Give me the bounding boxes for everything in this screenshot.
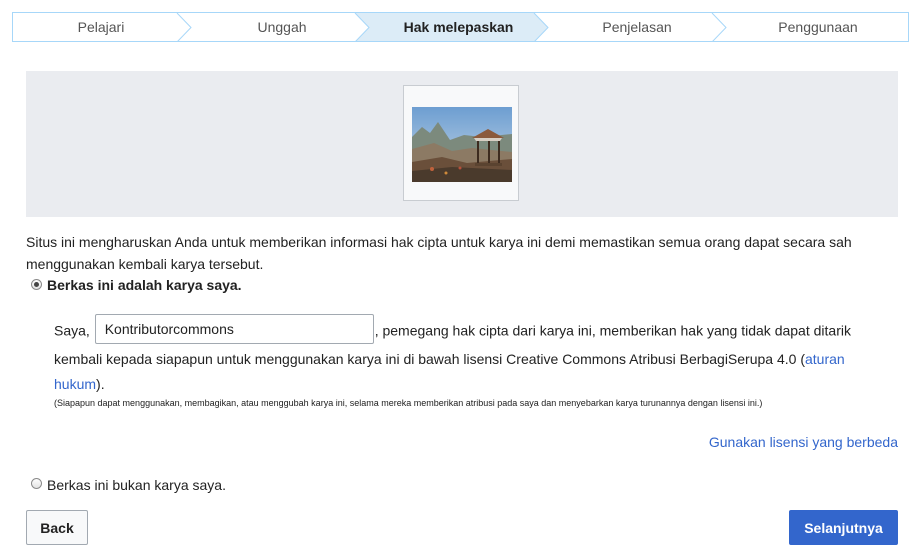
- wizard-steps: Pelajari Unggah Hak melepaskan Penjelasa…: [12, 12, 909, 42]
- author-name-input[interactable]: [94, 314, 374, 344]
- step-learn[interactable]: Pelajari: [13, 13, 189, 41]
- own-work-prefix: Saya,: [54, 322, 90, 339]
- copyright-intro-text: Situs ini mengharuskan Anda untuk member…: [26, 234, 852, 272]
- use-different-license-link[interactable]: Gunakan lisensi yang berbeda: [709, 434, 898, 450]
- step-use[interactable]: Penggunaan: [726, 13, 908, 41]
- step-describe[interactable]: Penjelasan: [548, 13, 726, 41]
- file-thumbnail[interactable]: [403, 85, 519, 201]
- back-button[interactable]: Back: [26, 510, 88, 545]
- own-work-label[interactable]: Berkas ini adalah karya saya.: [47, 277, 242, 293]
- own-work-radio[interactable]: [31, 279, 42, 290]
- not-own-work-radio[interactable]: [31, 478, 42, 489]
- thumbnail-image: [412, 107, 512, 182]
- not-own-work-label[interactable]: Berkas ini bukan karya saya.: [47, 477, 226, 493]
- license-summary-note: (Siapapun dapat menggunakan, membagikan,…: [54, 398, 763, 408]
- file-preview-area: [26, 71, 898, 217]
- next-button[interactable]: Selanjutnya: [789, 510, 898, 545]
- statement-suffix: ).: [96, 376, 105, 392]
- step-upload[interactable]: Unggah: [191, 13, 373, 41]
- own-work-statement: Saya, , pemegang hak cipta dari karya in…: [54, 314, 884, 397]
- step-release-rights[interactable]: Hak melepaskan: [369, 13, 548, 41]
